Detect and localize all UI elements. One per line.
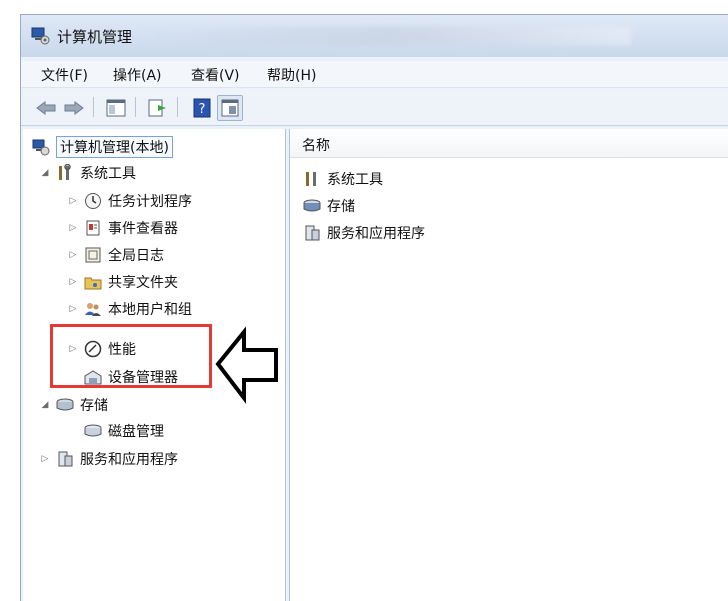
tree-item-storage[interactable]: ◢ 存储 (39, 393, 108, 417)
list-item-label: 服务和应用程序 (327, 226, 425, 242)
toolbar-separator (135, 97, 136, 117)
expand-arrow-icon[interactable]: ▷ (39, 454, 51, 464)
tree-item-shared-folders[interactable]: ▷ 共享文件夹 (67, 270, 178, 294)
tree-item-label: 全局日志 (108, 248, 164, 264)
expand-arrow-icon[interactable]: ▷ (67, 250, 79, 260)
event-viewer-icon (83, 218, 103, 238)
toolbar-separator (177, 97, 178, 117)
expand-arrow-icon[interactable]: ▷ (67, 304, 79, 314)
export-list-icon[interactable] (145, 95, 171, 121)
services-icon (55, 449, 75, 469)
storage-icon (302, 196, 322, 216)
tree-item-label: 任务计划程序 (108, 194, 192, 210)
tree-item-task-scheduler[interactable]: ▷ 任务计划程序 (67, 189, 192, 213)
properties-icon[interactable] (217, 95, 243, 121)
forward-icon[interactable] (61, 95, 87, 121)
menu-help[interactable]: 帮助(H) (267, 65, 316, 85)
tree-item-disk-management[interactable]: 磁盘管理 (83, 419, 164, 443)
users-icon (83, 299, 103, 319)
blurred-region (151, 27, 631, 45)
collapse-arrow-icon[interactable]: ◢ (39, 400, 51, 410)
toolbar: ? (21, 89, 728, 126)
list-item[interactable]: 系统工具 (302, 167, 383, 191)
tree-item-event-viewer[interactable]: ▷ 事件查看器 (67, 216, 178, 240)
list-item-label: 系统工具 (327, 172, 383, 188)
computer-management-icon (31, 27, 50, 45)
clock-icon (83, 191, 103, 211)
tree-item-local-users[interactable]: ▷ 本地用户和组 (67, 297, 192, 321)
toolbar-separator (93, 97, 94, 117)
window-title: 计算机管理 (57, 28, 133, 46)
computer-management-icon (31, 137, 51, 157)
tree-item-label: 本地用户和组 (108, 302, 192, 318)
list-item-label: 存储 (327, 199, 355, 215)
help-icon[interactable]: ? (189, 95, 215, 121)
svg-text:?: ? (199, 102, 206, 117)
back-icon[interactable] (33, 95, 59, 121)
shared-folder-icon (83, 272, 103, 292)
show-hide-tree-icon[interactable] (103, 95, 129, 121)
tree-item-label: 服务和应用程序 (80, 452, 178, 468)
collapse-arrow-icon[interactable]: ◢ (39, 168, 51, 178)
tree-item-label: 磁盘管理 (108, 424, 164, 440)
log-icon (83, 245, 103, 265)
tools-icon (55, 163, 75, 183)
tree-root-label: 计算机管理(本地) (56, 136, 173, 158)
tree-item-label: 系统工具 (80, 166, 136, 182)
tree-item-label: 存储 (80, 398, 108, 414)
menu-action[interactable]: 操作(A) (113, 65, 162, 85)
title-bar[interactable]: 计算机管理 (21, 15, 728, 57)
expand-arrow-icon[interactable]: ▷ (67, 223, 79, 233)
tree-item-system-tools[interactable]: ◢ 系统工具 (39, 161, 136, 185)
menu-file[interactable]: 文件(F) (41, 65, 88, 85)
tools-icon (302, 169, 322, 189)
list-item[interactable]: 存储 (302, 194, 355, 218)
tree-item-global-log[interactable]: ▷ 全局日志 (67, 243, 164, 267)
menu-view[interactable]: 查看(V) (191, 65, 240, 85)
list-item[interactable]: 服务和应用程序 (302, 221, 425, 245)
menu-bar: 文件(F) 操作(A) 查看(V) 帮助(H) (21, 61, 728, 88)
pointer-arrow-icon (215, 326, 278, 404)
tree-item-label: 事件查看器 (108, 221, 178, 237)
results-pane: 名称 系统工具 存储 服务和应用程序 (289, 129, 728, 601)
storage-icon (55, 395, 75, 415)
tree-item-label: 共享文件夹 (108, 275, 178, 291)
services-icon (302, 223, 322, 243)
column-header-name[interactable]: 名称 (290, 129, 728, 158)
tree-root[interactable]: 计算机管理(本地) (31, 135, 173, 159)
computer-management-window: 计算机管理 文件(F) 操作(A) 查看(V) 帮助(H) ? 计算机管理(本地… (20, 14, 728, 601)
disk-management-icon (83, 421, 103, 441)
expand-arrow-icon[interactable]: ▷ (67, 196, 79, 206)
expand-arrow-icon[interactable]: ▷ (67, 277, 79, 287)
column-header-label: 名称 (302, 138, 330, 154)
tree-item-services-apps[interactable]: ▷ 服务和应用程序 (39, 447, 178, 471)
highlight-box (50, 324, 212, 388)
